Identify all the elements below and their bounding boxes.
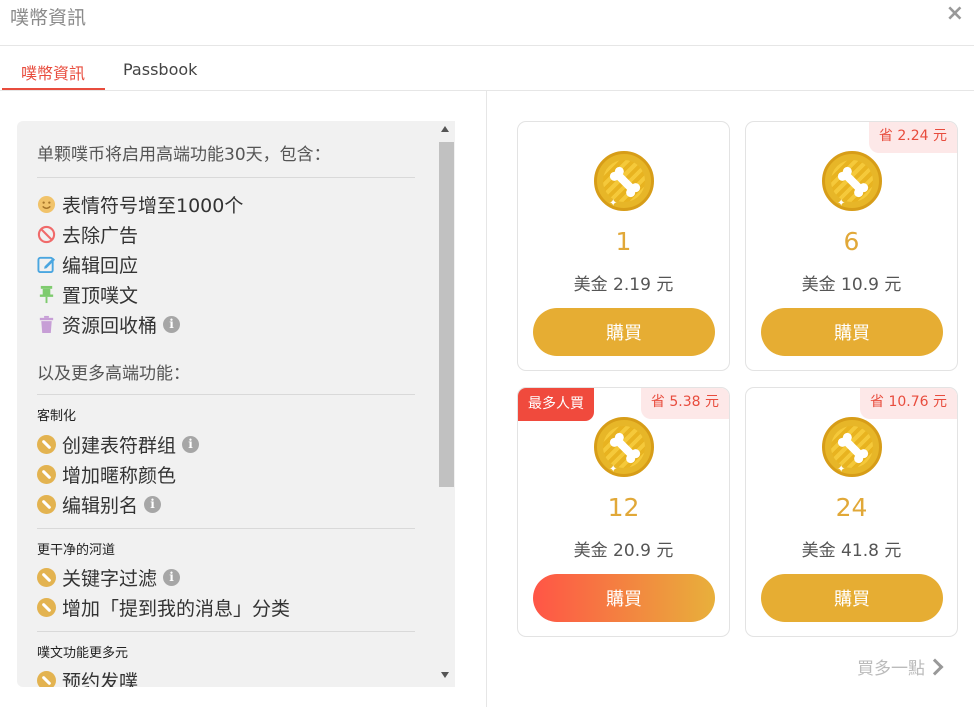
- pin-icon: [39, 285, 54, 304]
- section-heading: 噗文功能更多元: [37, 646, 129, 661]
- feature-label: 表情符号增至1000个: [62, 195, 244, 217]
- plurk-coin-icon: [37, 568, 56, 587]
- smile-icon: [37, 195, 56, 214]
- plurk-coin-icon: [37, 495, 56, 514]
- package-card: ✦ 1 美金 2.19 元 購買: [517, 121, 730, 371]
- info-icon[interactable]: i: [182, 436, 200, 453]
- savings-badge: 省 5.38 元: [640, 388, 729, 419]
- panel-scrollbar[interactable]: [437, 121, 455, 687]
- dialog-title: 噗幣資訊: [10, 7, 87, 29]
- most-popular-badge: 最多人買: [518, 388, 594, 421]
- info-icon[interactable]: i: [144, 496, 162, 513]
- plurk-coin-icon: [37, 671, 56, 687]
- scroll-down-icon[interactable]: [441, 672, 449, 678]
- feature-label: 创建表符群组: [62, 435, 177, 457]
- plurk-coin-icon: ✦: [594, 417, 654, 477]
- feature-item: 表情符号增至1000个: [37, 191, 243, 218]
- features-panel: 单颗噗币将启用高端功能30天，包含： 表情符号增至1000个 去除广告 编辑回应…: [17, 121, 455, 687]
- buy-more-label: 買多一點: [857, 659, 925, 679]
- package-price: 美金 2.19 元: [573, 275, 674, 295]
- savings-badge: 省 10.76 元: [860, 388, 957, 419]
- divider: [37, 631, 415, 632]
- package-card: 省 10.76 元 ✦ 24 美金 41.8 元 購買: [745, 387, 958, 637]
- plurk-coin-icon: [37, 465, 56, 484]
- feature-item: 增加暱称颜色: [37, 461, 176, 488]
- feature-label: 增加暱称颜色: [62, 465, 177, 487]
- buy-button[interactable]: 購買: [533, 574, 715, 622]
- trash-icon: [39, 315, 54, 334]
- feature-item: 预约发噗: [37, 667, 138, 687]
- plurk-coin-icon: ✦: [822, 417, 882, 477]
- feature-label: 增加「提到我的消息」分类: [62, 598, 291, 620]
- feature-label: 编辑回应: [62, 255, 139, 277]
- chevron-right-icon: [926, 658, 944, 675]
- package-quantity: 6: [843, 227, 860, 256]
- divider: [37, 528, 415, 529]
- package-card: 省 2.24 元 ✦ 6 美金 10.9 元 購買: [745, 121, 958, 371]
- feature-label: 预约发噗: [62, 671, 139, 687]
- buy-button[interactable]: 購買: [761, 308, 943, 356]
- buy-more-link[interactable]: 買多一點: [857, 654, 944, 679]
- close-icon[interactable]: ×: [946, 1, 964, 26]
- plurk-coin-icon: ✦: [594, 151, 654, 211]
- package-card: 最多人買 省 5.38 元 ✦ 12 美金 20.9 元 購買: [517, 387, 730, 637]
- no-ads-icon: [37, 225, 56, 244]
- feature-label: 置顶噗文: [62, 285, 139, 307]
- divider: [37, 394, 415, 395]
- info-icon[interactable]: i: [163, 569, 181, 586]
- scroll-up-icon[interactable]: [441, 126, 449, 132]
- plurk-coin-icon: [37, 598, 56, 617]
- feature-label: 编辑别名: [62, 495, 139, 517]
- features-intro: 单颗噗币将启用高端功能30天，包含：: [37, 145, 331, 165]
- buy-button[interactable]: 購買: [533, 308, 715, 356]
- feature-item: 编辑别名 i: [37, 491, 162, 518]
- info-icon[interactable]: i: [163, 316, 181, 333]
- section-heading: 更干净的河道: [37, 543, 116, 558]
- scrollbar-thumb[interactable]: [439, 142, 454, 487]
- feature-item: 增加「提到我的消息」分类: [37, 594, 290, 621]
- package-price: 美金 20.9 元: [573, 541, 674, 561]
- edit-icon: [37, 256, 56, 274]
- savings-badge: 省 2.24 元: [868, 122, 957, 153]
- active-tab-indicator: [2, 88, 105, 90]
- feature-item: 创建表符群组 i: [37, 431, 200, 458]
- feature-label: 资源回收桶: [62, 315, 158, 337]
- feature-item: 去除广告: [37, 221, 138, 248]
- tab-plurk-coin-info[interactable]: 噗幣資訊: [21, 60, 85, 84]
- divider: [37, 177, 415, 178]
- package-quantity: 24: [835, 493, 868, 522]
- buy-button[interactable]: 購買: [761, 574, 943, 622]
- package-quantity: 12: [607, 493, 640, 522]
- plurk-coin-icon: [37, 435, 56, 454]
- feature-item: 关键字过滤 i: [37, 564, 181, 591]
- plurk-coin-icon: ✦: [822, 151, 882, 211]
- feature-item: 置顶噗文: [37, 281, 138, 308]
- tab-bar: 噗幣資訊 Passbook: [0, 46, 974, 91]
- feature-label: 关键字过滤: [62, 568, 158, 590]
- feature-item: 资源回收桶 i: [37, 311, 181, 338]
- package-price: 美金 41.8 元: [801, 541, 902, 561]
- section-heading: 客制化: [37, 409, 77, 424]
- dialog-header: 噗幣資訊 ×: [0, 0, 974, 46]
- column-divider: [486, 91, 487, 707]
- more-features-heading: 以及更多高端功能：: [37, 364, 190, 384]
- tab-passbook[interactable]: Passbook: [123, 60, 197, 79]
- feature-label: 去除广告: [62, 225, 139, 247]
- package-price: 美金 10.9 元: [801, 275, 902, 295]
- feature-item: 编辑回应: [37, 251, 138, 278]
- package-quantity: 1: [615, 227, 632, 256]
